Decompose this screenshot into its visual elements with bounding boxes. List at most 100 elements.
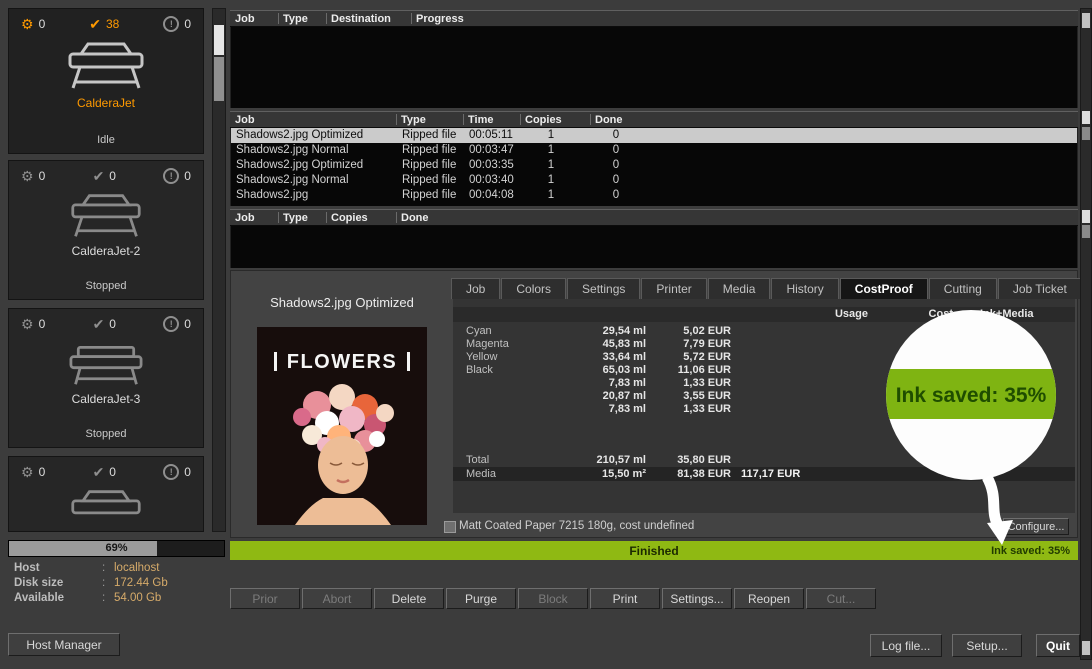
- col-type[interactable]: Type: [283, 212, 308, 224]
- sidebar-scrollbar[interactable]: [212, 8, 226, 532]
- delete-button[interactable]: Delete: [374, 588, 444, 609]
- disk-usage-bar: 69%: [8, 540, 225, 557]
- setup-button[interactable]: Setup...: [952, 634, 1022, 657]
- colon: :: [102, 577, 105, 589]
- printer-name: CalderaJet-2: [9, 244, 203, 258]
- scrollbar-handle[interactable]: [1082, 225, 1090, 238]
- col-progress[interactable]: Progress: [416, 13, 464, 25]
- cell-type: Ripped file: [402, 159, 456, 171]
- col-done[interactable]: Done: [401, 212, 429, 224]
- disk-size-value: 172.44 Gb: [114, 577, 168, 589]
- cell-done: 0: [596, 174, 636, 186]
- printer-panel-calderajet-3[interactable]: ⚙0 ✔0 !0 CalderaJet-3 Stopped: [8, 308, 204, 448]
- queue-count: 0: [39, 317, 46, 331]
- scrollbar-handle[interactable]: [1082, 13, 1090, 28]
- printer-panel-calderajet-2[interactable]: ⚙0 ✔0 !0 CalderaJet-2 Stopped: [8, 160, 204, 300]
- ink-label: Cyan: [466, 325, 492, 337]
- col-time[interactable]: Time: [468, 114, 493, 126]
- cell-time: 00:03:47: [469, 144, 514, 156]
- cost-row-extra-2: 20,87 ml 3,55 EUR: [231, 390, 1077, 403]
- media-checkbox[interactable]: [444, 521, 456, 533]
- error-count: 0: [184, 465, 191, 479]
- cell-time: 00:04:08: [469, 189, 514, 201]
- scrollbar-handle[interactable]: [214, 57, 224, 101]
- col-job[interactable]: Job: [235, 114, 255, 126]
- ink-label: Magenta: [466, 338, 509, 350]
- error-count: 0: [184, 169, 191, 183]
- printer-panel-4[interactable]: ⚙0 ✔0 !0: [8, 456, 204, 532]
- tab-media[interactable]: Media: [708, 278, 771, 299]
- printer-icon: [58, 488, 154, 532]
- host-manager-button[interactable]: Host Manager: [8, 633, 120, 656]
- col-type[interactable]: Type: [401, 114, 426, 126]
- table-row[interactable]: Shadows2.jpg Optimized Ripped file 00:05…: [231, 128, 1077, 143]
- cell-time: 00:03:40: [469, 174, 514, 186]
- tab-costproof[interactable]: CostProof: [840, 278, 928, 299]
- col-job[interactable]: Job: [235, 13, 255, 25]
- cell-type: Ripped file: [402, 129, 456, 141]
- col-copies[interactable]: Copies: [331, 212, 368, 224]
- nested-table-body[interactable]: [230, 226, 1078, 268]
- ink-cost: 5,02 EUR: [651, 325, 731, 337]
- done-count: 38: [106, 17, 119, 31]
- tab-job[interactable]: Job: [451, 278, 500, 299]
- cell-copies: 1: [526, 189, 576, 201]
- cell-job: Shadows2.jpg Optimized: [236, 129, 363, 141]
- error-count: 0: [184, 317, 191, 331]
- check-icon: ✔: [93, 169, 105, 183]
- table-row[interactable]: Shadows2.jpg Optimized Ripped file 00:03…: [231, 158, 1077, 173]
- alert-icon: !: [163, 168, 179, 184]
- table-row[interactable]: Shadows2.jpg Normal Ripped file 00:03:47…: [231, 143, 1077, 158]
- scrollbar-handle[interactable]: [1082, 641, 1090, 655]
- ink-cost: 5,72 EUR: [651, 351, 731, 363]
- tab-printer[interactable]: Printer: [641, 278, 706, 299]
- log-file-button[interactable]: Log file...: [870, 634, 942, 657]
- available-value: 54.00 Gb: [114, 592, 161, 604]
- ink-usage: 20,87 ml: [511, 390, 646, 402]
- caldera-rip-window: ⚙0 ✔38 !0 CalderaJet Idle ⚙0 ✔0 !0 Calde…: [0, 0, 1092, 669]
- cell-type: Ripped file: [402, 174, 456, 186]
- scrollbar-handle[interactable]: [214, 25, 224, 55]
- col-done[interactable]: Done: [595, 114, 623, 126]
- col-copies[interactable]: Copies: [525, 114, 562, 126]
- scrollbar-handle[interactable]: [1082, 210, 1090, 223]
- purge-button[interactable]: Purge: [446, 588, 516, 609]
- ink-label: Black: [466, 364, 493, 376]
- cell-done: 0: [596, 129, 636, 141]
- nested-table-header: Job Type Copies Done: [230, 209, 1078, 226]
- col-destination[interactable]: Destination: [331, 13, 391, 25]
- col-job[interactable]: Job: [235, 212, 255, 224]
- reopen-button[interactable]: Reopen: [734, 588, 804, 609]
- scrollbar-handle[interactable]: [1082, 127, 1090, 140]
- abort-button: Abort: [302, 588, 372, 609]
- printer-icon: [58, 340, 154, 388]
- configure-button[interactable]: Configure...: [1003, 518, 1069, 535]
- block-button: Block: [518, 588, 588, 609]
- prior-button: Prior: [230, 588, 300, 609]
- status-finished: Finished: [230, 544, 1078, 558]
- tab-colors[interactable]: Colors: [501, 278, 566, 299]
- col-type[interactable]: Type: [283, 13, 308, 25]
- table-row[interactable]: Shadows2.jpg Ripped file 00:04:08 1 0: [231, 188, 1077, 203]
- quit-button[interactable]: Quit: [1036, 634, 1080, 657]
- print-button[interactable]: Print: [590, 588, 660, 609]
- tab-settings[interactable]: Settings: [567, 278, 640, 299]
- done-count: 0: [109, 465, 116, 479]
- tab-cutting[interactable]: Cutting: [929, 278, 997, 299]
- cost-row-media: Media 15,50 m² 81,38 EUR 117,17 EUR: [231, 468, 1077, 481]
- ink-usage: 65,03 ml: [511, 364, 646, 376]
- queue-count: 0: [39, 169, 46, 183]
- table-row[interactable]: Shadows2.jpg Normal Ripped file 00:03:40…: [231, 173, 1077, 188]
- settings-button[interactable]: Settings...: [662, 588, 732, 609]
- job-detail-panel: Shadows2.jpg Optimized FLOWERS: [230, 270, 1078, 538]
- queue-table-body[interactable]: [230, 27, 1078, 108]
- scrollbar-handle[interactable]: [1082, 111, 1090, 124]
- cell-job: Shadows2.jpg Optimized: [236, 159, 363, 171]
- gear-icon: ⚙: [21, 169, 34, 183]
- tab-jobticket[interactable]: Job Ticket: [998, 278, 1082, 299]
- printer-name: CalderaJet-3: [9, 392, 203, 406]
- tab-history[interactable]: History: [771, 278, 838, 299]
- cell-time: 00:05:11: [469, 129, 513, 141]
- printer-panel-calderajet[interactable]: ⚙0 ✔38 !0 CalderaJet Idle: [8, 8, 204, 154]
- main-scrollbar[interactable]: [1080, 8, 1092, 660]
